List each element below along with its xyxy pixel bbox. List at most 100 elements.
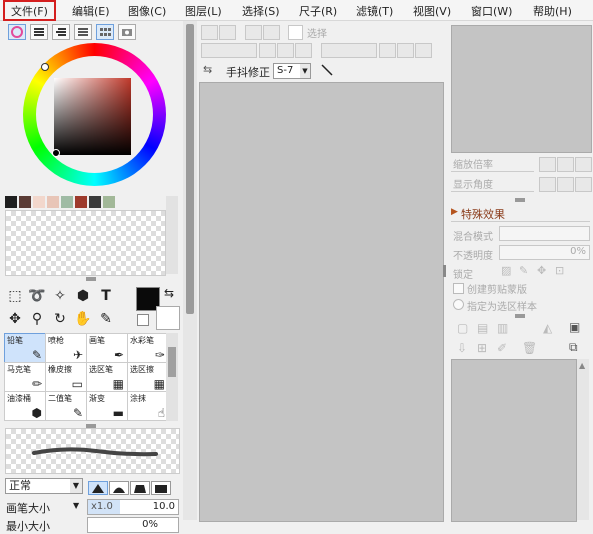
zoom-select[interactable] bbox=[201, 43, 257, 58]
layer-settings-icon[interactable]: ▣ bbox=[569, 320, 580, 334]
rotate-right-icon[interactable] bbox=[397, 43, 414, 58]
palette-swatch[interactable] bbox=[89, 196, 101, 208]
menu-layer[interactable]: 图层(L) bbox=[185, 3, 222, 18]
splitter-handle-icon[interactable] bbox=[515, 198, 525, 202]
brush-airbrush[interactable]: 喷枪 ✈ bbox=[45, 333, 87, 363]
zoom-out-icon[interactable] bbox=[277, 43, 294, 58]
color-wheel[interactable] bbox=[23, 43, 166, 186]
deselect-icon[interactable] bbox=[245, 25, 262, 40]
opacity-slider[interactable]: 0% bbox=[499, 245, 590, 260]
menu-view[interactable]: 视图(V) bbox=[413, 3, 451, 18]
menu-edit[interactable]: 编辑(E) bbox=[72, 3, 110, 18]
chevron-down-icon[interactable]: ▼ bbox=[73, 501, 79, 510]
expand-arrow-icon[interactable]: ▶ bbox=[451, 207, 458, 217]
secondary-color[interactable] bbox=[156, 306, 180, 330]
layer-blend-select[interactable] bbox=[499, 226, 590, 241]
zoom-in-icon[interactable] bbox=[259, 43, 276, 58]
new-layer-icon[interactable]: ▢ bbox=[457, 321, 468, 335]
nav-rotate-right-icon[interactable] bbox=[557, 177, 574, 192]
lock-paint-icon[interactable]: ✎ bbox=[519, 264, 528, 277]
brush-bucket[interactable]: 油漆桶 ⬢ bbox=[4, 391, 46, 421]
nav-zoom-out-icon[interactable] bbox=[539, 157, 556, 172]
rotate-left-icon[interactable] bbox=[379, 43, 396, 58]
palette-scrollbar[interactable] bbox=[166, 196, 178, 274]
swatch-tab-icon[interactable] bbox=[96, 24, 114, 40]
palette-swatch[interactable] bbox=[75, 196, 87, 208]
new-layer-set-icon[interactable]: ▥ bbox=[497, 321, 508, 335]
mixer-tab-icon[interactable] bbox=[74, 24, 92, 40]
brush-marker[interactable]: 马克笔 ✏ bbox=[4, 362, 46, 392]
brush-select-eraser[interactable]: 选区擦 ▦ bbox=[127, 362, 169, 392]
nav-rotate-left-icon[interactable] bbox=[539, 177, 556, 192]
palette-swatch[interactable] bbox=[47, 196, 59, 208]
select-checkbox[interactable] bbox=[288, 25, 303, 40]
menu-image[interactable]: 图像(C) bbox=[128, 3, 166, 18]
eyedropper-icon[interactable]: ✎ bbox=[97, 310, 115, 328]
min-size-slider[interactable]: 0% bbox=[87, 517, 179, 533]
brush-eraser[interactable]: 橡皮擦 ▭ bbox=[45, 362, 87, 392]
zoom-icon[interactable]: ⚲ bbox=[28, 310, 46, 328]
hsv-slider-tab-icon[interactable] bbox=[52, 24, 70, 40]
brush-shape-square-icon[interactable] bbox=[151, 481, 171, 495]
brush-binary-pen[interactable]: 二值笔 ✎ bbox=[45, 391, 87, 421]
panel-scroll-thumb[interactable] bbox=[186, 24, 194, 314]
brush-select-pen[interactable]: 选区笔 ▦ bbox=[86, 362, 128, 392]
palette-swatch[interactable] bbox=[33, 196, 45, 208]
blend-mode-select[interactable]: 正常 ▼ bbox=[5, 478, 83, 494]
rgb-slider-tab-icon[interactable] bbox=[30, 24, 48, 40]
straight-line-icon[interactable] bbox=[319, 63, 335, 77]
new-layer-folder-icon[interactable]: ▤ bbox=[477, 321, 488, 335]
navigator-preview[interactable] bbox=[451, 25, 592, 153]
nav-zoom-reset-icon[interactable] bbox=[575, 157, 592, 172]
delete-layer-icon[interactable]: 🗑 bbox=[522, 341, 537, 355]
menu-window[interactable]: 窗口(W) bbox=[471, 3, 512, 18]
menu-filter[interactable]: 滤镜(T) bbox=[356, 3, 393, 18]
zoom-reset-icon[interactable] bbox=[295, 43, 312, 58]
menu-help[interactable]: 帮助(H) bbox=[533, 3, 572, 18]
sv-marker-icon[interactable] bbox=[52, 149, 60, 157]
brush-blur[interactable]: 涂抹 ☝ bbox=[127, 391, 169, 421]
hue-marker-icon[interactable] bbox=[41, 63, 49, 71]
brush-shape-triangle-icon[interactable] bbox=[88, 481, 108, 495]
lasso-icon[interactable]: ➰ bbox=[28, 287, 46, 305]
brush-gradient[interactable]: 渐变 ▬ bbox=[86, 391, 128, 421]
text-tool-icon[interactable]: T bbox=[97, 287, 115, 305]
flip-horizontal-icon[interactable]: ⇆ bbox=[203, 63, 212, 76]
layer-mask-icon[interactable]: ◭ bbox=[543, 321, 552, 335]
canvas-area[interactable] bbox=[199, 82, 444, 522]
scratchpad-tab-icon[interactable] bbox=[118, 24, 136, 40]
brush-shape-round-icon[interactable] bbox=[109, 481, 129, 495]
brush-watercolor[interactable]: 水彩笔 ✑ bbox=[127, 333, 169, 363]
magic-wand-icon[interactable]: ✧ bbox=[51, 287, 69, 305]
brush-shape-flat-icon[interactable] bbox=[130, 481, 150, 495]
stabilizer-select[interactable]: S-7 ▼ bbox=[273, 63, 311, 79]
bucket-icon[interactable]: ⬢ bbox=[74, 287, 92, 305]
lock-all-icon[interactable]: ⊡ bbox=[555, 264, 564, 277]
menu-file[interactable]: 文件(F) bbox=[3, 0, 56, 21]
rotate-icon[interactable]: ↻ bbox=[51, 310, 69, 328]
nav-rotate-reset-icon[interactable] bbox=[575, 177, 592, 192]
hand-icon[interactable]: ✋ bbox=[74, 310, 92, 328]
move-icon[interactable]: ✥ bbox=[6, 310, 24, 328]
rotate-reset-icon[interactable] bbox=[415, 43, 432, 58]
brush-scrollbar[interactable] bbox=[166, 333, 178, 421]
menu-select[interactable]: 选择(S) bbox=[242, 3, 280, 18]
effects-title[interactable]: 特殊效果 bbox=[461, 206, 505, 222]
color-wheel-tab-icon[interactable] bbox=[8, 24, 26, 40]
swap-colors-icon[interactable]: ⇆ bbox=[164, 286, 174, 300]
menu-ruler[interactable]: 尺子(R) bbox=[299, 3, 337, 18]
selection-source-radio[interactable] bbox=[453, 299, 464, 310]
lock-move-icon[interactable]: ✥ bbox=[537, 264, 546, 277]
layer-duplicate-icon[interactable]: ⧉ bbox=[569, 340, 578, 355]
transfer-down-icon[interactable]: ⇩ bbox=[457, 341, 467, 355]
transparent-color-icon[interactable] bbox=[137, 314, 149, 326]
rect-select-icon[interactable]: ⬚ bbox=[6, 287, 24, 305]
lock-transparency-icon[interactable]: ▨ bbox=[501, 264, 511, 277]
palette-swatch[interactable] bbox=[61, 196, 73, 208]
splitter-handle-icon[interactable] bbox=[515, 314, 525, 318]
rotate-select[interactable] bbox=[321, 43, 377, 58]
layer-list-scrollbar[interactable]: ▲ bbox=[577, 359, 589, 520]
merge-down-icon[interactable]: ⊞ bbox=[477, 341, 487, 355]
palette-empty-area[interactable] bbox=[5, 210, 166, 276]
layer-list[interactable] bbox=[451, 359, 577, 522]
